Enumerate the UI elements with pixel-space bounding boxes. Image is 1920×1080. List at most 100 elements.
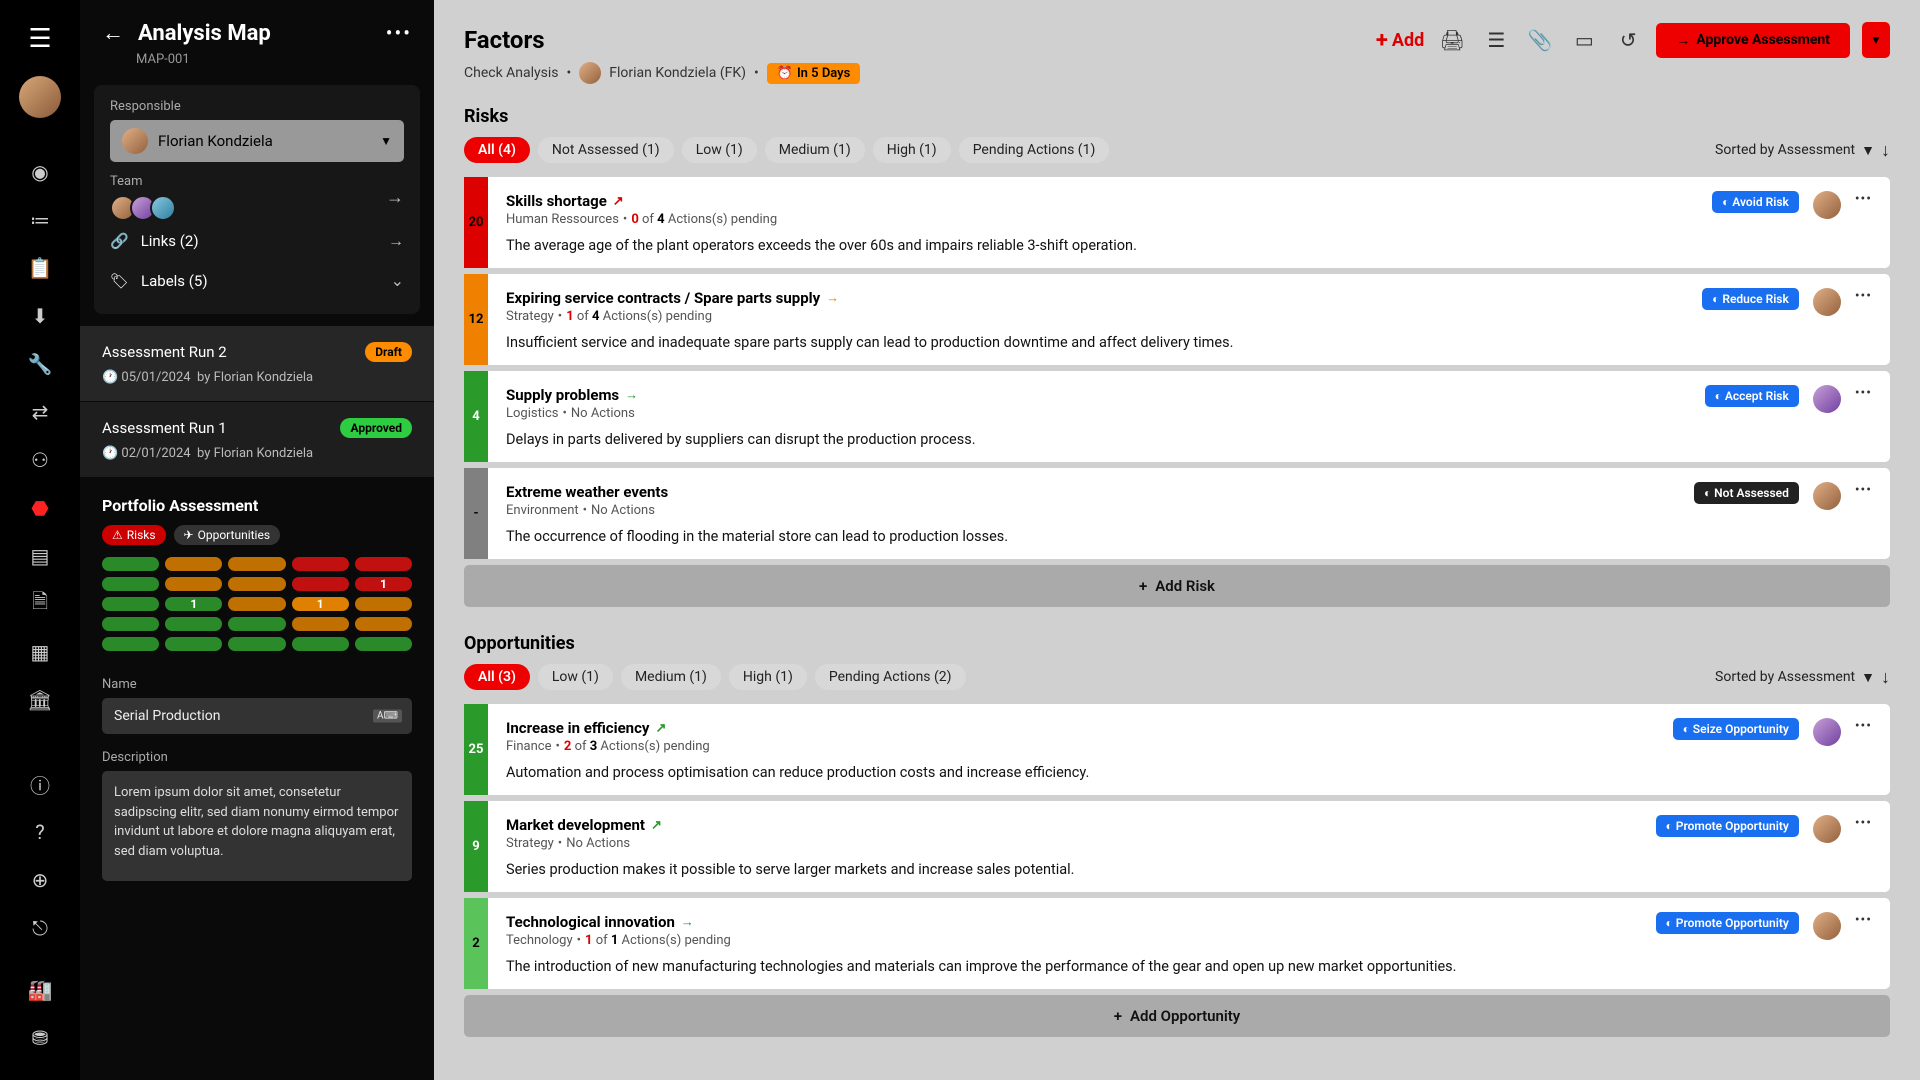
assignee-avatar[interactable] [1813,912,1841,940]
doc-icon[interactable]: ▤ [22,538,58,574]
sort-control[interactable]: Sorted by Assessment ▼ ↓ [1715,140,1890,161]
heatmap-cell[interactable] [228,577,285,591]
factor-card[interactable]: 12 Expiring service contracts / Spare pa… [464,274,1890,365]
print-icon[interactable]: 🖨 [1436,24,1468,56]
action-badge[interactable]: ◐ Accept Risk [1705,385,1799,407]
more-icon[interactable]: ••• [1855,191,1872,207]
heatmap-cell[interactable]: 1 [355,577,412,591]
globe-icon[interactable]: ⊕ [22,862,58,898]
approve-dropdown[interactable]: ▼ [1862,22,1890,58]
help-icon[interactable]: ? [22,814,58,850]
more-icon[interactable]: ••• [1855,815,1872,831]
heatmap-cell[interactable] [292,637,349,651]
add-button[interactable]: +Add [1376,28,1424,53]
filter-chip[interactable]: Not Assessed (1) [538,137,674,163]
opps-badge[interactable]: ✈ Opportunities [174,525,280,545]
action-badge[interactable]: ◐ Promote Opportunity [1656,815,1799,837]
factor-card[interactable]: - Extreme weather events Environment•No … [464,468,1890,559]
assignee-avatar[interactable] [1813,191,1841,219]
heatmap-cell[interactable] [165,637,222,651]
heatmap-cell[interactable] [228,557,285,571]
heatmap-cell[interactable] [102,597,159,611]
filter-chip[interactable]: Low (1) [682,137,757,163]
heatmap-cell[interactable] [165,557,222,571]
wrench-icon[interactable]: 🔧 [22,346,58,382]
more-icon[interactable]: ••• [386,21,412,45]
more-icon[interactable]: ••• [1855,385,1872,401]
library-icon[interactable]: 🏛 [22,682,58,718]
action-badge[interactable]: ◐ Promote Opportunity [1656,912,1799,934]
action-badge[interactable]: ◐ Reduce Risk [1702,288,1799,310]
more-icon[interactable]: ••• [1855,288,1872,304]
heatmap-cell[interactable] [228,617,285,631]
org-icon[interactable]: ⚇ [22,442,58,478]
heatmap-cell[interactable] [292,577,349,591]
factor-card[interactable]: 25 Increase in efficiency ↗ Finance•2 of… [464,704,1890,795]
heatmap-cell[interactable] [292,617,349,631]
heatmap-cell[interactable] [355,617,412,631]
assessment-run[interactable]: Assessment Run 1Approved 🕐 02/01/2024 by… [80,402,434,477]
filter-chip[interactable]: Pending Actions (2) [815,664,966,690]
factory-icon[interactable]: 🏭 [22,972,58,1008]
heatmap-cell[interactable] [102,617,159,631]
add-risk-button[interactable]: + Add Risk [464,565,1890,607]
factor-card[interactable]: 9 Market development ↗ Strategy•No Actio… [464,801,1890,892]
info-icon[interactable]: ⓘ [22,766,58,802]
heatmap-cell[interactable] [355,557,412,571]
heatmap-cell[interactable] [355,637,412,651]
clipboard-icon[interactable]: 📋 [22,250,58,286]
filter-chip[interactable]: Low (1) [538,664,613,690]
heatmap-cell[interactable]: 1 [165,597,222,611]
table-icon[interactable]: ▦ [22,634,58,670]
menu-icon[interactable]: ☰ [28,24,51,54]
links-row[interactable]: 🔗 Links (2) → [110,221,404,261]
filter-chip[interactable]: High (1) [873,137,951,163]
heatmap-cell[interactable] [355,597,412,611]
action-badge[interactable]: ◐ Not Assessed [1694,482,1799,504]
heatmap-cell[interactable] [165,577,222,591]
list-icon[interactable]: ≔ [22,202,58,238]
shield-icon[interactable]: ⬣ [22,490,58,526]
factor-card[interactable]: 2 Technological innovation → Technology•… [464,898,1890,989]
responsible-select[interactable]: Florian Kondziela ▼ [110,120,404,162]
heatmap-cell[interactable] [292,557,349,571]
assignee-avatar[interactable] [1813,815,1841,843]
filter-chip[interactable]: High (1) [729,664,807,690]
checklist-icon[interactable]: ☰ [1480,24,1512,56]
action-badge[interactable]: ◐ Avoid Risk [1712,191,1799,213]
filter-chip[interactable]: All (4) [464,137,530,163]
assignee-avatar[interactable] [1813,385,1841,413]
name-input[interactable]: Serial ProductionA⌨ [102,698,412,734]
filter-chip[interactable]: All (3) [464,664,530,690]
heatmap-cell[interactable] [228,597,285,611]
card-icon[interactable]: ▭ [1568,24,1600,56]
user-avatar[interactable] [19,76,61,118]
factor-card[interactable]: 4 Supply problems → Logistics•No Actions… [464,371,1890,462]
dashboard-icon[interactable]: ◉ [22,154,58,190]
heatmap-cell[interactable] [165,617,222,631]
assignee-avatar[interactable] [1813,482,1841,510]
filter-chip[interactable]: Medium (1) [621,664,721,690]
filter-chip[interactable]: Pending Actions (1) [959,137,1110,163]
action-badge[interactable]: ◐ Seize Opportunity [1673,718,1799,740]
database-icon[interactable]: ⛃ [22,1020,58,1056]
download-icon[interactable]: ⬇ [22,298,58,334]
logout-icon[interactable]: ⎋ [22,910,58,946]
more-icon[interactable]: ••• [1855,912,1872,928]
heatmap-cell[interactable] [228,637,285,651]
assignee-avatar[interactable] [1813,718,1841,746]
factor-card[interactable]: 20 Skills shortage ↗ Human Ressources•0 … [464,177,1890,268]
more-icon[interactable]: ••• [1855,482,1872,498]
labels-row[interactable]: 🏷 Labels (5) ⌄ [110,261,404,300]
more-icon[interactable]: ••• [1855,718,1872,734]
risks-badge[interactable]: ⚠ Risks [102,525,166,545]
network-icon[interactable]: ⇄ [22,394,58,430]
file-icon[interactable]: 🗎 [22,586,58,622]
heatmap-cell[interactable] [102,557,159,571]
assignee-avatar[interactable] [1813,288,1841,316]
approve-button[interactable]: → Approve Assessment [1656,23,1850,58]
desc-input[interactable]: Lorem ipsum dolor sit amet, consetetur s… [102,771,412,881]
heatmap-cell[interactable] [102,577,159,591]
add-opp-button[interactable]: + Add Opportunity [464,995,1890,1037]
back-icon[interactable]: ← [102,20,124,46]
